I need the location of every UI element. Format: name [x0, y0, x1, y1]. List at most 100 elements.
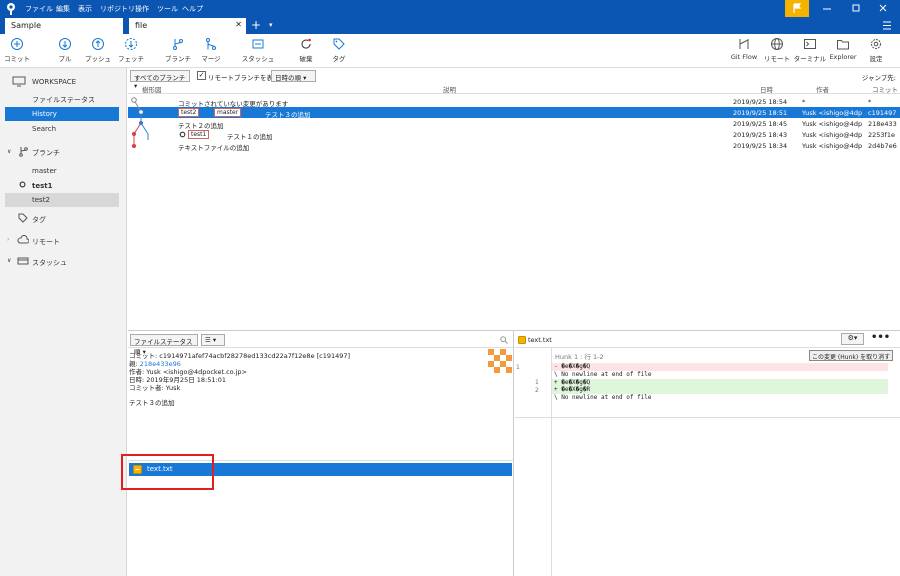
menu-repository[interactable]: リポジトリ: [100, 4, 135, 14]
commit-date: 2019/9/25 18:34: [733, 142, 788, 150]
tab-file[interactable]: file ✕: [129, 18, 246, 34]
gear-icon: [871, 39, 881, 49]
more-options-icon[interactable]: •••: [871, 332, 890, 343]
sidebar-item-history[interactable]: History: [5, 107, 119, 121]
commit-date: 2019/9/25 18:43: [733, 131, 788, 139]
gear-icon: ⚙▾: [847, 334, 858, 342]
diff-options-button[interactable]: ⚙▾: [841, 333, 864, 345]
column-date[interactable]: 日時: [760, 84, 773, 94]
toolbar: コミット プル プッシュ フェッチ ブランチ マージ スタッシュ 破棄 タグ G…: [0, 34, 900, 68]
show-remote-checkbox[interactable]: ✓: [197, 71, 206, 80]
branch-icon: [19, 147, 28, 157]
branch-label-master: master: [214, 108, 242, 117]
minimize-icon[interactable]: [822, 4, 832, 13]
fetch-button[interactable]: フェッチ: [111, 37, 151, 63]
commit-message: テスト３の追加: [129, 399, 175, 407]
sidebar-item-master[interactable]: master: [0, 164, 127, 178]
graph-node: [131, 143, 137, 149]
column-author[interactable]: 作者: [816, 84, 829, 94]
repo-search-field[interactable]: Sample: [5, 18, 123, 34]
menu-edit[interactable]: 編集: [56, 4, 70, 14]
pull-icon: [59, 38, 71, 50]
tab-list-dropdown[interactable]: ▾: [269, 21, 273, 29]
commit-row[interactable]: テキストファイルの追加 2019/9/25 18:34 Yusk <ishigo…: [128, 140, 900, 152]
maximize-icon[interactable]: [851, 4, 861, 13]
menu-file[interactable]: ファイル: [25, 4, 53, 14]
diff-line-context: \ No newline at end of file: [554, 371, 652, 378]
commit-row[interactable]: コミットされていない変更があります 2019/9/25 18:54 * *: [128, 96, 900, 108]
order-dropdown[interactable]: 日時の順 ▾: [271, 70, 316, 82]
stash-label: スタッシュ: [241, 55, 275, 63]
hunk-header: Hunk 1 : 行 1-2: [555, 353, 604, 361]
close-icon[interactable]: [878, 3, 888, 13]
chevron-down-icon[interactable]: ∨: [7, 257, 11, 264]
discard-icon: [301, 38, 311, 49]
stash-button[interactable]: スタッシュ: [238, 37, 278, 63]
filter-bar: すべてのブランチ ▾ ✓ リモートブランチを表示 日時の順 ▾ ジャンプ先:: [128, 68, 900, 90]
menu-help[interactable]: ヘルプ: [182, 4, 203, 14]
jump-to-label: ジャンプ先:: [861, 74, 896, 82]
branch-filter-dropdown[interactable]: すべてのブランチ ▾: [130, 70, 190, 90]
merge-button[interactable]: マージ: [191, 37, 231, 63]
menu-view[interactable]: 表示: [78, 4, 92, 14]
diff-file-name: text.txt: [528, 336, 552, 344]
tag-label: タグ: [332, 55, 346, 63]
sidebar-item-test2[interactable]: test2: [5, 193, 119, 207]
push-icon: [92, 38, 104, 50]
discard-hunk-button[interactable]: この変更 (Hunk) を取り消す: [809, 350, 894, 361]
sidebar-item-search[interactable]: Search: [0, 122, 127, 136]
column-commit[interactable]: コミット: [872, 84, 898, 94]
commit-author: Yusk <ishigo@4dp: [802, 131, 863, 139]
commit-row[interactable]: test1 テスト１の追加 2019/9/25 18:43 Yusk <ishi…: [128, 129, 900, 141]
column-graph[interactable]: 樹形図: [142, 84, 162, 94]
branch-label: ブランチ: [165, 55, 191, 63]
settings-button[interactable]: 設定: [856, 37, 896, 63]
graph-node: [131, 131, 137, 137]
tags-header[interactable]: タグ: [32, 215, 46, 225]
flag-icon: [793, 3, 802, 13]
push-label: プッシュ: [85, 55, 111, 63]
commit-row-selected[interactable]: test2 master テスト３の追加 2019/9/25 18:51 Yus…: [128, 107, 900, 119]
graph-node: [138, 109, 144, 115]
stash-icon: [17, 257, 29, 265]
stash-header[interactable]: スタッシュ: [32, 258, 67, 268]
highlight-box: [121, 454, 214, 490]
hamburger-menu-icon[interactable]: [882, 21, 892, 30]
tag-button[interactable]: タグ: [319, 37, 359, 63]
commit-row[interactable]: テスト２の追加 2019/9/25 18:45 Yusk <ishigo@4dp…: [128, 118, 900, 130]
file-modified-icon: [518, 336, 526, 344]
commit-hash: 2d4b7e6: [868, 142, 897, 150]
view-mode-dropdown[interactable]: ☰ ▾: [201, 334, 225, 346]
ref-label: test1: [188, 130, 210, 139]
chevron-down-icon[interactable]: ∨: [7, 148, 11, 155]
commit-button[interactable]: コミット: [0, 37, 37, 63]
commit-description: テキストファイルの追加: [178, 144, 250, 152]
menu-actions[interactable]: 操作: [135, 4, 149, 14]
commit-hash: 2253f1e: [868, 131, 895, 139]
add-tab-icon[interactable]: +: [251, 18, 261, 32]
ref-label: master: [214, 108, 242, 117]
tab-close-icon[interactable]: ✕: [235, 20, 242, 29]
search-icon[interactable]: [500, 336, 508, 344]
avatar: [488, 349, 512, 373]
commit-date: 2019/9/25 18:51: [733, 109, 788, 117]
pull-label: プル: [58, 55, 72, 63]
remote-header[interactable]: リモート: [32, 237, 60, 247]
commit-author: Yusk <ishigo@4dp: [802, 109, 863, 117]
globe-icon: [771, 38, 783, 50]
column-description[interactable]: 説明: [443, 84, 456, 94]
branches-header[interactable]: ブランチ: [32, 148, 60, 158]
sidebar-item-test1[interactable]: test1: [0, 179, 127, 193]
settings-label: 設定: [869, 55, 883, 63]
diff-line-context: \ No newline at end of file: [554, 393, 652, 401]
chevron-right-icon[interactable]: ›: [7, 236, 9, 243]
old-line-number: 1: [516, 364, 520, 371]
commit-label: コミット: [4, 55, 30, 63]
workspace-header: WORKSPACE: [32, 78, 77, 86]
notification-flag-button[interactable]: [785, 0, 809, 17]
file-sort-dropdown[interactable]: ファイルステータス順 ▾: [130, 334, 198, 356]
divider: [128, 347, 513, 348]
stash-icon: [252, 39, 264, 49]
sidebar-item-file-status[interactable]: ファイルステータス: [0, 92, 127, 106]
menu-tools[interactable]: ツール: [157, 4, 178, 14]
